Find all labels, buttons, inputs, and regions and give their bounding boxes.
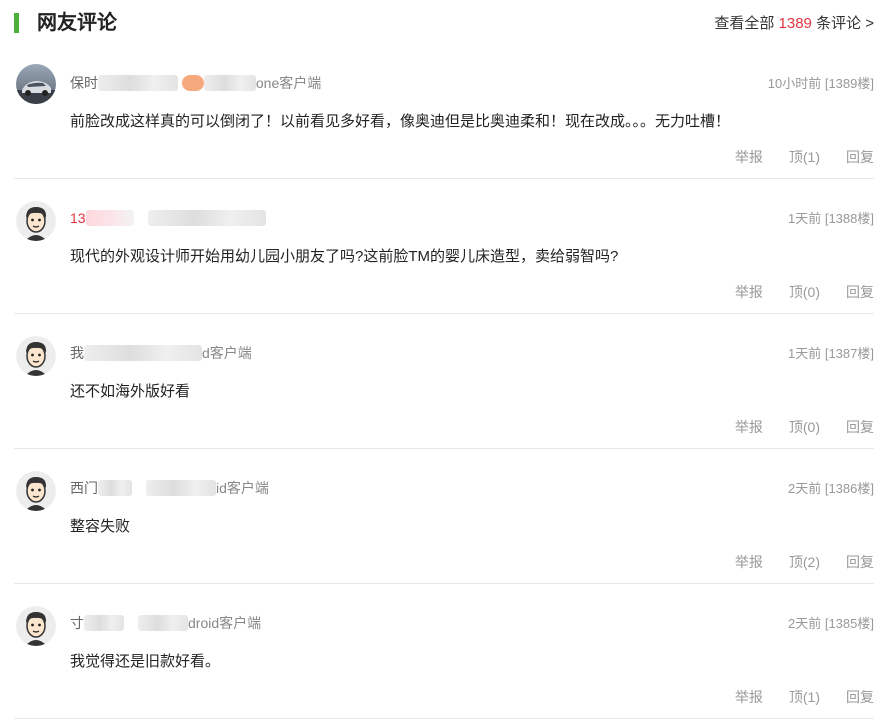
- comment-list: 保时 one客户端 10小时前 [1389楼] 前脸改成这样真的可以倒闭了！以前…: [0, 48, 888, 719]
- redacted-username: [84, 615, 124, 631]
- comment-item: 西门 id客户端 2天前 [1386楼] 整容失败 举报 顶(2) 回复: [14, 449, 874, 584]
- comment-meta: 2天前 [1386楼]: [788, 479, 874, 499]
- comment-meta: 10小时前 [1389楼]: [768, 74, 874, 94]
- reply-button[interactable]: 回复: [846, 554, 874, 570]
- comment-count: 1389: [778, 15, 812, 32]
- like-button[interactable]: 顶(2): [789, 554, 820, 570]
- comment-floor: [1387楼]: [824, 346, 874, 361]
- comment-meta: 1天前 [1388楼]: [788, 209, 874, 229]
- view-all-prefix: 查看全部: [714, 15, 775, 32]
- section-accent-bar: [14, 13, 19, 33]
- user-name[interactable]: 我: [70, 345, 84, 361]
- comment-user: 保时 one客户端: [70, 73, 321, 93]
- redacted-client: [147, 210, 266, 226]
- comment-text: 还不如海外版好看: [70, 383, 191, 400]
- comment-text: 现代的外观设计师开始用幼儿园小朋友了吗?这前脸TM的婴儿床造型，卖给弱智吗?: [70, 248, 619, 265]
- comment-user: 13: [70, 208, 266, 228]
- user-badge-icon: [181, 75, 204, 91]
- client-label: one客户端: [255, 75, 322, 91]
- comment-user: 西门 id客户端: [70, 478, 269, 498]
- comments-header: 网友评论 查看全部 1389 条评论 >: [0, 0, 888, 48]
- cartoon-face-avatar-icon[interactable]: [16, 471, 56, 511]
- view-all-comments-link[interactable]: 查看全部 1389 条评论 >: [714, 14, 874, 34]
- comment-time: 2天前: [787, 481, 822, 496]
- user-name[interactable]: 寸: [70, 615, 84, 631]
- client-label: id客户端: [216, 480, 269, 496]
- reply-button[interactable]: 回复: [846, 284, 874, 300]
- comment-meta: 2天前 [1385楼]: [788, 614, 874, 634]
- cartoon-face-avatar-icon[interactable]: [16, 606, 56, 646]
- report-button[interactable]: 举报: [735, 419, 763, 435]
- comment-floor: [1388楼]: [824, 211, 874, 226]
- report-button[interactable]: 举报: [735, 554, 763, 570]
- comment-item: 保时 one客户端 10小时前 [1389楼] 前脸改成这样真的可以倒闭了！以前…: [14, 48, 874, 179]
- redacted-client: [146, 480, 216, 496]
- comment-item: 13 1天前 [1388楼] 现代的外观设计师开始用幼儿园小朋友了吗?这前脸TM…: [14, 179, 874, 314]
- comment-floor: [1389楼]: [824, 76, 874, 91]
- user-name[interactable]: 13: [70, 210, 86, 226]
- comment-actions: 举报 顶(0) 回复: [709, 417, 874, 437]
- comment-item: 寸 droid客户端 2天前 [1385楼] 我觉得还是旧款好看。 举报 顶(1) 回…: [14, 584, 874, 719]
- comment-meta: 1天前 [1387楼]: [788, 344, 874, 364]
- like-button[interactable]: 顶(0): [789, 284, 820, 300]
- comment-actions: 举报 顶(1) 回复: [709, 687, 874, 707]
- like-button[interactable]: 顶(0): [789, 419, 820, 435]
- report-button[interactable]: 举报: [735, 149, 763, 165]
- cartoon-face-avatar-icon[interactable]: [16, 201, 56, 241]
- client-label: droid客户端: [188, 615, 262, 631]
- reply-button[interactable]: 回复: [846, 419, 874, 435]
- comment-item: 我 d客户端 1天前 [1387楼] 还不如海外版好看 举报 顶(0) 回复: [14, 314, 874, 449]
- reply-button[interactable]: 回复: [846, 689, 874, 705]
- report-button[interactable]: 举报: [735, 284, 763, 300]
- comment-text: 前脸改成这样真的可以倒闭了！以前看见多好看，像奥迪但是比奥迪柔和！现在改成。。。…: [70, 113, 731, 130]
- redacted-client: [138, 615, 188, 631]
- redacted-client: [203, 75, 256, 91]
- comment-actions: 举报 顶(2) 回复: [709, 552, 874, 572]
- comment-user: 寸 droid客户端: [70, 613, 261, 633]
- redacted-username: [85, 210, 134, 226]
- comment-time: 1天前: [787, 346, 822, 361]
- comment-user: 我 d客户端: [70, 343, 252, 363]
- redacted-username: [98, 75, 178, 91]
- user-name[interactable]: 西门: [70, 480, 98, 496]
- redacted-username: [98, 480, 132, 496]
- client-label: d客户端: [202, 345, 252, 361]
- comment-floor: [1386楼]: [824, 481, 874, 496]
- comment-actions: 举报 顶(1) 回复: [709, 147, 874, 167]
- report-button[interactable]: 举报: [735, 689, 763, 705]
- like-button[interactable]: 顶(1): [789, 149, 820, 165]
- redacted-username: [84, 345, 202, 361]
- comment-text: 我觉得还是旧款好看。: [70, 653, 221, 670]
- reply-button[interactable]: 回复: [846, 149, 874, 165]
- comment-actions: 举报 顶(0) 回复: [709, 282, 874, 302]
- comment-time: 10小时前: [767, 76, 822, 91]
- cartoon-face-avatar-icon[interactable]: [16, 336, 56, 376]
- section-title: 网友评论: [37, 12, 117, 34]
- comment-floor: [1385楼]: [824, 616, 874, 631]
- comment-time: 2天前: [787, 616, 822, 631]
- view-all-suffix: 条评论 >: [816, 15, 874, 32]
- car-photo-avatar-icon[interactable]: [16, 64, 56, 104]
- comment-time: 1天前: [787, 211, 822, 226]
- comment-text: 整容失败: [70, 518, 131, 535]
- user-name[interactable]: 保时: [70, 75, 98, 91]
- like-button[interactable]: 顶(1): [789, 689, 820, 705]
